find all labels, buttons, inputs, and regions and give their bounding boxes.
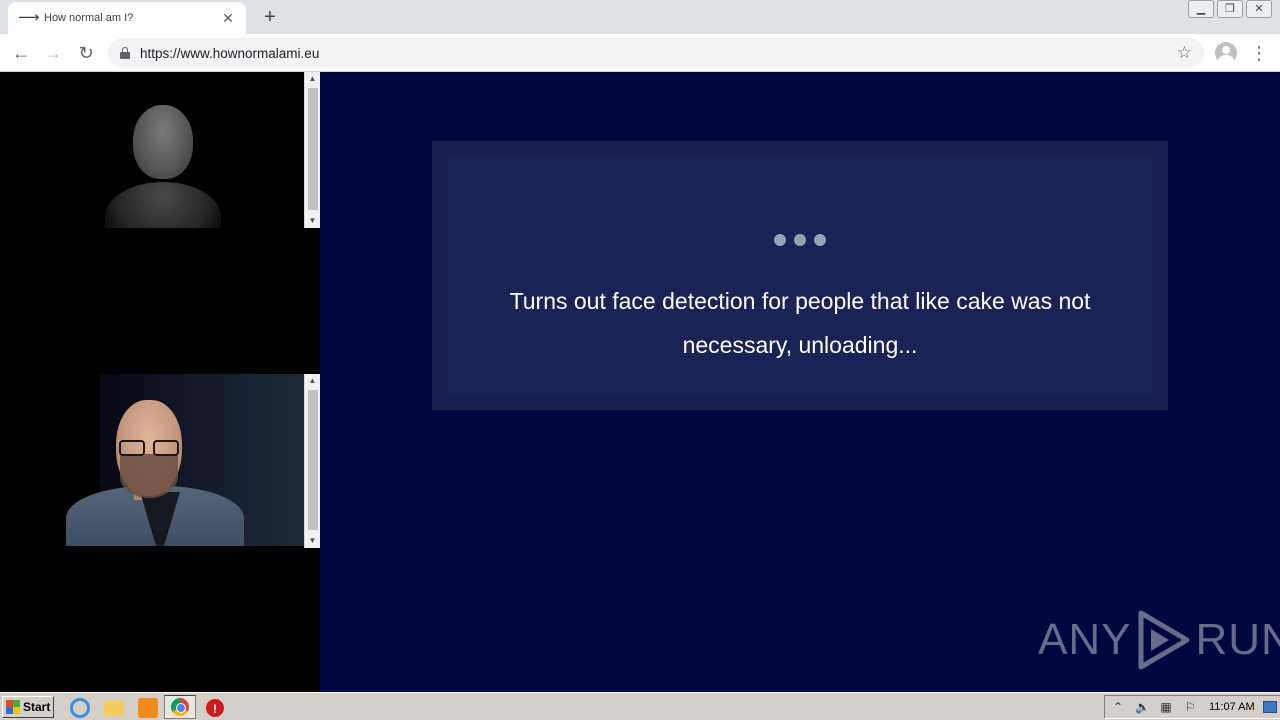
face-frame-scrollbar[interactable]: ▲ ▼	[304, 72, 320, 228]
browser-tab[interactable]: ⟶ How normal am I? ✕	[8, 2, 246, 34]
reload-button[interactable]: ↻	[73, 40, 99, 66]
taskbar: Start ! ⌃ 🔈 ▦ ⚐ 11:07 AM	[0, 692, 1280, 720]
media-player-icon[interactable]	[138, 698, 158, 718]
forward-button[interactable]: →	[40, 40, 66, 66]
stop-icon[interactable]: !	[206, 699, 224, 717]
play-triangle-icon	[1138, 610, 1190, 670]
arrow-right-icon: ⟶	[18, 9, 40, 26]
window-controls: ▁ ❐ ✕	[1185, 0, 1272, 18]
scroll-thumb[interactable]	[308, 390, 318, 530]
lock-icon[interactable]	[120, 47, 130, 59]
face-placeholder-frame	[0, 72, 304, 228]
internet-explorer-icon[interactable]	[70, 698, 90, 718]
video-panel: ▲ ▼ ▲ ▼	[0, 72, 320, 692]
status-message-box: Turns out face detection for people that…	[432, 141, 1168, 410]
system-tray: ⌃ 🔈 ▦ ⚐ 11:07 AM	[1104, 695, 1280, 719]
close-window-button[interactable]: ✕	[1246, 0, 1272, 18]
bookmark-star-icon[interactable]: ☆	[1177, 43, 1192, 63]
chrome-icon	[171, 698, 189, 716]
show-desktop-icon[interactable]	[1262, 701, 1277, 713]
status-message-inner: Turns out face detection for people that…	[448, 155, 1152, 395]
webcam-frame-scrollbar[interactable]: ▲ ▼	[304, 374, 320, 548]
address-bar[interactable]: https://www.hownormalami.eu ☆	[108, 38, 1204, 68]
close-tab-icon[interactable]: ✕	[220, 10, 236, 26]
scroll-thumb[interactable]	[308, 88, 318, 210]
tab-strip: ⟶ How normal am I? ✕ + ▁ ❐ ✕	[0, 0, 1280, 34]
clock[interactable]: 11:07 AM	[1209, 701, 1255, 713]
action-center-flag-icon[interactable]: ⚐	[1183, 700, 1197, 714]
browser-toolbar: ← → ↻ https://www.hownormalami.eu ☆ ⋮	[0, 34, 1280, 72]
status-message-text: Turns out face detection for people that…	[509, 288, 1091, 358]
profile-avatar-icon[interactable]	[1215, 42, 1237, 64]
chrome-taskbar-button[interactable]	[164, 695, 196, 719]
menu-kebab-icon[interactable]: ⋮	[1250, 40, 1268, 66]
volume-icon[interactable]: 🔈	[1135, 700, 1150, 714]
back-button[interactable]: ←	[8, 40, 34, 66]
web-page: ▲ ▼ ▲ ▼ Turns out face detection for peo…	[0, 72, 1280, 692]
loading-dots-icon	[448, 233, 1152, 251]
webcam-video	[0, 374, 304, 546]
file-explorer-icon[interactable]	[104, 701, 124, 716]
tray-expand-icon[interactable]: ⌃	[1111, 700, 1125, 714]
scroll-down-arrow-icon[interactable]: ▼	[305, 534, 320, 548]
scroll-down-arrow-icon[interactable]: ▼	[305, 214, 320, 228]
anyrun-watermark: ANY RUN	[1038, 608, 1280, 672]
windows-logo-icon	[6, 700, 20, 714]
watermark-right-text: RUN	[1195, 615, 1280, 664]
scroll-up-arrow-icon[interactable]: ▲	[305, 72, 320, 86]
scroll-up-arrow-icon[interactable]: ▲	[305, 374, 320, 388]
person-silhouette-icon	[105, 182, 221, 228]
restore-button[interactable]: ❐	[1217, 0, 1243, 18]
person-silhouette-head	[133, 105, 193, 179]
start-button[interactable]: Start	[2, 696, 54, 718]
start-label: Start	[23, 700, 51, 714]
tab-title: How normal am I?	[44, 12, 134, 24]
network-icon[interactable]: ▦	[1159, 700, 1173, 714]
new-tab-button[interactable]: +	[258, 6, 282, 28]
watermark-left-text: ANY	[1038, 615, 1132, 664]
minimize-button[interactable]: ▁	[1188, 0, 1214, 18]
url-text[interactable]: https://www.hownormalami.eu	[140, 46, 1177, 61]
